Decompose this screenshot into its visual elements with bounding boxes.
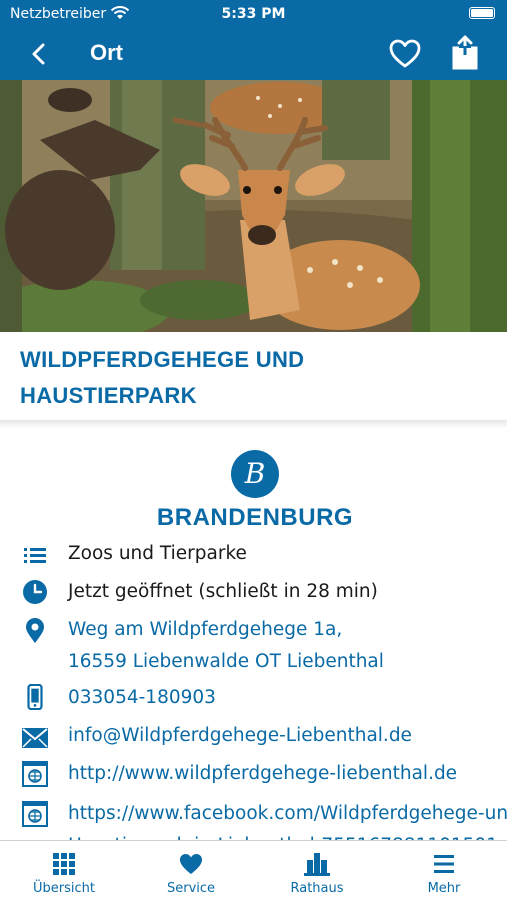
tab-townhall[interactable]: Rathaus [267, 851, 367, 896]
tab-service-label: Service [166, 881, 216, 896]
phone-link[interactable]: 033054-180903 [68, 682, 216, 714]
website-globe-icon [22, 761, 48, 787]
nav-bar: Ort [0, 28, 507, 80]
category-text: Zoos und Tierparke [68, 543, 247, 564]
share-icon[interactable] [448, 35, 482, 71]
menu-icon [434, 855, 454, 873]
grid-icon [53, 853, 75, 875]
website-link[interactable]: http://www.wildpferdgehege-liebenthal.de [68, 758, 457, 790]
battery-icon [469, 7, 495, 19]
list-icon [24, 548, 46, 563]
place-title: WILDPFERDGEHEGE UND HAUSTIERPARK [20, 342, 490, 414]
hero-image [0, 80, 507, 332]
nav-title: Ort [90, 40, 123, 65]
brandenburg-logo-emblem: B [231, 450, 279, 498]
facebook-link-line1[interactable]: https://www.facebook.com/Wildpferdgehege… [68, 798, 507, 830]
location-pin-icon [26, 618, 44, 643]
tab-more-label: Mehr [427, 881, 461, 896]
back-chevron-icon[interactable] [26, 40, 54, 68]
tab-townhall-label: Rathaus [290, 881, 344, 896]
tab-overview-label: Übersicht [33, 881, 95, 896]
tab-more[interactable]: Mehr [394, 851, 494, 896]
tab-overview[interactable]: Übersicht [14, 851, 114, 896]
heart-icon [180, 854, 202, 874]
favorite-heart-icon[interactable] [388, 37, 422, 71]
place-title-line2: HAUSTIERPARK [20, 383, 197, 408]
status-bar: Netzbetreiber 5:33 PM [0, 0, 507, 28]
brandenburg-logo: B BRANDENBURG [150, 450, 360, 532]
brandenburg-logo-text: BRANDENBURG [156, 504, 354, 531]
clock-icon [23, 580, 47, 604]
email-envelope-icon [22, 728, 48, 748]
opening-hours-text: Jetzt geöffnet (schließt in 28 min) [68, 581, 378, 602]
phone-icon [27, 684, 43, 710]
bottom-tab-bar: Übersicht Service Rathaus Mehr [0, 840, 507, 901]
tab-service[interactable]: Service [141, 851, 241, 896]
address-line2[interactable]: 16559 Liebenwalde OT Liebenthal [68, 646, 384, 678]
section-divider [0, 420, 507, 428]
email-link[interactable]: info@Wildpferdgehege-Liebenthal.de [68, 720, 412, 752]
facebook-globe-icon [22, 801, 48, 827]
address-line1[interactable]: Weg am Wildpferdgehege 1a, [68, 614, 342, 646]
townhall-icon [304, 853, 330, 876]
place-title-line1: WILDPFERDGEHEGE UND [20, 347, 305, 372]
clock: 5:33 PM [221, 6, 286, 22]
